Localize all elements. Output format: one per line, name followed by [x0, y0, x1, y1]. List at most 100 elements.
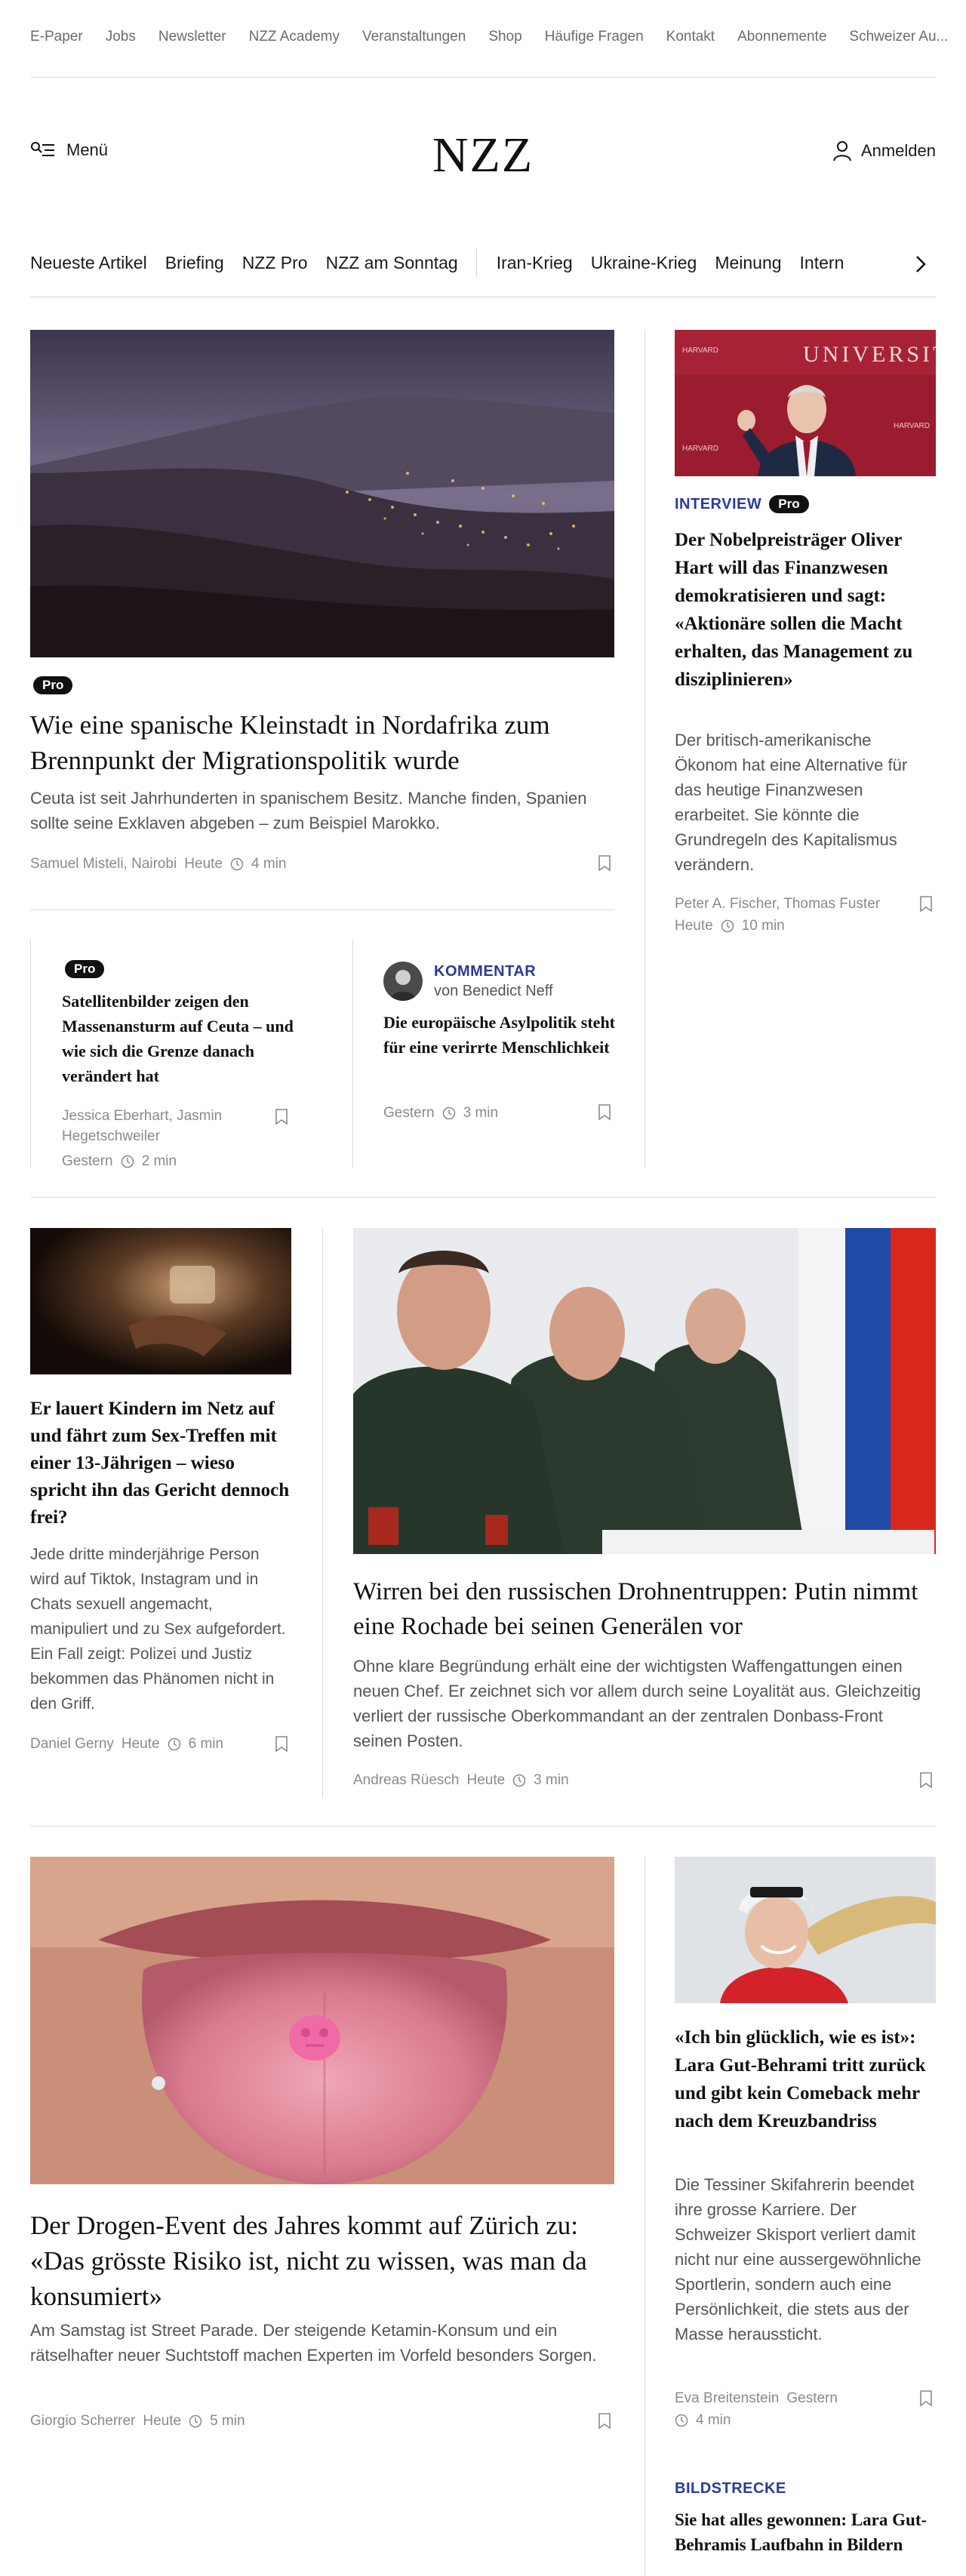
article-title[interactable]: Wirren bei den russischen Drohnentruppen…	[353, 1574, 936, 1644]
utility-link-epaper[interactable]: E-Paper	[30, 29, 83, 53]
bookmark-icon[interactable]	[919, 2390, 933, 2407]
utility-link-more[interactable]: Schweizer Au...	[849, 29, 948, 53]
article-title[interactable]: «Ich bin glücklich, wie es ist»: Lara Gu…	[675, 2024, 936, 2135]
article-meta: Peter A. Fischer, Thomas Fuster Heute 10…	[675, 894, 901, 936]
article-image-lara-gut-behrami[interactable]	[675, 1857, 936, 2003]
article-date: Heute	[675, 918, 713, 934]
bookmark-icon[interactable]	[598, 1104, 611, 1121]
utility-link-shop[interactable]: Shop	[488, 29, 521, 53]
nav-item-nzz-pro[interactable]: NZZ Pro	[242, 253, 308, 273]
article-title[interactable]: Die europäische Asylpolitik steht für ei…	[383, 1010, 617, 1060]
article-lead: Der britisch-amerikanische Ökonom hat ei…	[675, 731, 908, 874]
article-meta: Eva Breitenstein Gestern 4 min	[675, 2388, 901, 2430]
main-nav: Neueste Artikel Briefing NZZ Pro NZZ am …	[30, 248, 936, 278]
article-authors[interactable]: Daniel Gerny	[30, 1734, 114, 1754]
article-date: Heute	[143, 2413, 182, 2429]
menu-button[interactable]: Menü	[30, 140, 108, 160]
nav-item-briefing[interactable]: Briefing	[165, 253, 224, 273]
article-lead: Jede dritte minderjährige Person wird au…	[30, 1546, 286, 1713]
author-avatar[interactable]	[383, 962, 423, 1001]
article-image-oliver-hart[interactable]: UNIVERSITY HARVARD HARVARD HARVARD	[675, 330, 936, 476]
nav-scroll-right-button[interactable]	[906, 249, 936, 279]
article-title[interactable]: Wie eine spanische Kleinstadt in Nordafr…	[30, 707, 614, 778]
article-meta: Gestern 3 min	[383, 1103, 498, 1123]
column-divider	[30, 940, 31, 1168]
article-byline: von Benedict Neff	[434, 983, 553, 999]
column-divider	[322, 1228, 323, 1798]
nav-item-nzz-am-sonntag[interactable]: NZZ am Sonntag	[326, 253, 458, 273]
clock-icon	[168, 1737, 180, 1750]
menu-icon	[31, 142, 54, 156]
article-title[interactable]: Der Drogen-Event des Jahres kommt auf Zü…	[30, 2208, 614, 2314]
bookmark-icon[interactable]	[275, 1109, 288, 1125]
article-date: Heute	[121, 1736, 160, 1752]
article-readtime: 2 min	[141, 1153, 177, 1169]
menu-label: Menü	[66, 140, 109, 159]
bookmark-icon[interactable]	[919, 1772, 933, 1789]
article-meta: Jessica Eberhart, Jasmin Hegetschweiler …	[62, 1106, 258, 1171]
article-meta: Samuel Misteli, Nairobi Heute 4 min	[30, 854, 589, 874]
section-divider	[30, 1197, 936, 1198]
utility-link-jobs[interactable]: Jobs	[106, 29, 136, 53]
article-title[interactable]: Sie hat alles gewonnen: Lara Gut-Behrami…	[675, 2507, 936, 2557]
article-authors[interactable]: Giorgio Scherrer	[30, 2411, 135, 2431]
article-kicker: KOMMENTAR	[434, 963, 537, 980]
user-icon	[832, 141, 851, 162]
column-divider	[352, 940, 353, 1168]
nav-separator	[475, 249, 477, 276]
nav-item-international[interactable]: Intern	[800, 253, 844, 273]
article-title[interactable]: Er lauert Kindern im Netz auf und fährt …	[30, 1396, 291, 1531]
article-image-russian-generals[interactable]	[353, 1228, 936, 1554]
pro-badge: Pro	[33, 676, 73, 694]
article-authors[interactable]: Eva Breitenstein	[675, 2388, 779, 2408]
article-authors[interactable]: Andreas Rüesch	[353, 1770, 459, 1790]
site-header: Menü NZZ Anmelden	[30, 121, 936, 189]
nav-item-meinung[interactable]: Meinung	[715, 253, 781, 273]
article-authors[interactable]: Peter A. Fischer, Thomas Fuster	[675, 894, 901, 914]
nav-item-ukraine-krieg[interactable]: Ukraine-Krieg	[591, 253, 697, 273]
article-authors[interactable]: Samuel Misteli, Nairobi	[30, 854, 177, 874]
nzz-logo[interactable]: NZZ	[432, 127, 534, 184]
article-image-tongue-pill[interactable]	[30, 1857, 614, 2184]
nav-divider	[30, 296, 936, 298]
nav-item-neueste[interactable]: Neueste Artikel	[30, 253, 147, 273]
chevron-right-icon	[916, 256, 926, 272]
article-lead: Die Tessiner Skifahrerin beendet ihre gr…	[675, 2175, 921, 2344]
article-lead: Am Samstag ist Street Parade. Der steige…	[30, 2321, 597, 2365]
utility-link-subscriptions[interactable]: Abonnemente	[737, 29, 826, 53]
article-readtime: 5 min	[210, 2413, 245, 2429]
article-image-ceuta[interactable]	[30, 330, 614, 657]
utility-nav: E-Paper Jobs Newsletter NZZ Academy Vera…	[30, 29, 966, 53]
article-lead: Ohne klare Begründung erhält eine der wi…	[353, 1657, 921, 1750]
utility-link-events[interactable]: Veranstaltungen	[362, 29, 466, 53]
pro-badge: Pro	[769, 495, 809, 513]
article-title[interactable]: Der Nobelpreisträger Oliver Hart will da…	[675, 526, 936, 694]
utility-link-newsletter[interactable]: Newsletter	[158, 29, 226, 53]
clock-icon	[230, 857, 244, 870]
article-lead: Ceuta ist seit Jahrhunderten in spanisch…	[30, 789, 587, 833]
bookmark-icon[interactable]	[598, 855, 611, 872]
section-divider	[30, 1826, 936, 1827]
utility-link-faq[interactable]: Häufige Fragen	[545, 29, 644, 53]
bookmark-icon[interactable]	[598, 2413, 611, 2430]
article-meta: Daniel Gerny Heute 6 min	[30, 1734, 223, 1754]
article-authors[interactable]: Jessica Eberhart, Jasmin Hegetschweiler	[62, 1106, 258, 1146]
article-title[interactable]: Satellitenbilder zeigen den Massenanstur…	[62, 989, 303, 1088]
utility-link-contact[interactable]: Kontakt	[666, 29, 715, 53]
article-readtime: 6 min	[188, 1736, 224, 1752]
article-meta: Andreas Rüesch Heute 3 min	[353, 1770, 569, 1790]
readtime-row: 4 min	[675, 2410, 901, 2430]
clock-icon	[721, 919, 734, 932]
clock-icon	[121, 1155, 134, 1168]
kicker-row: INTERVIEW Pro	[675, 495, 809, 513]
article-image-phone[interactable]	[30, 1228, 291, 1374]
bookmark-icon[interactable]	[919, 896, 933, 913]
login-button[interactable]: Anmelden	[832, 140, 936, 162]
bookmark-icon[interactable]	[275, 1736, 288, 1753]
nav-item-iran-krieg[interactable]: Iran-Krieg	[497, 253, 573, 273]
clock-icon	[442, 1106, 455, 1119]
divider	[30, 77, 936, 78]
svg-text:HARVARD: HARVARD	[682, 346, 718, 355]
clock-icon	[189, 2414, 202, 2427]
utility-link-academy[interactable]: NZZ Academy	[249, 29, 340, 53]
